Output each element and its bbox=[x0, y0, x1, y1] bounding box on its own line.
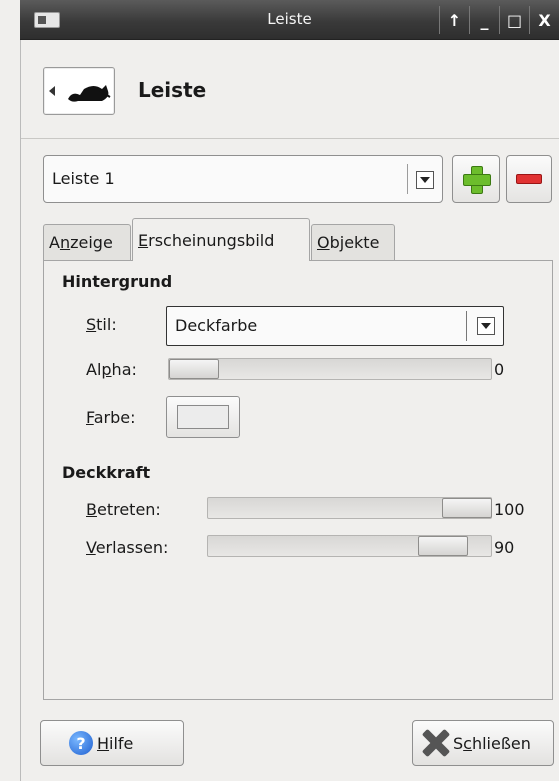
color-label-text: arbe: bbox=[93, 408, 136, 427]
style-select[interactable]: Deckfarbe bbox=[166, 306, 504, 346]
leave-label-text: erlassen: bbox=[95, 538, 169, 557]
close-icon bbox=[421, 729, 449, 757]
alpha-label-pre: Al bbox=[86, 360, 102, 379]
enter-label-text: etreten: bbox=[96, 500, 161, 519]
tab-display[interactable]: An zeige bbox=[43, 224, 131, 260]
color-label: Farbe: bbox=[86, 408, 136, 427]
titlebar-buttons: ↑ _ □ X bbox=[439, 6, 559, 34]
leave-opacity-value: 90 bbox=[494, 538, 515, 557]
background-heading: Hintergrund bbox=[62, 272, 173, 291]
help-label-mnemonic: H bbox=[97, 733, 110, 753]
close-label-pre: S bbox=[453, 733, 464, 753]
tab-appearance-label-mnemonic: E bbox=[138, 230, 149, 250]
help-label-text: ilfe bbox=[109, 733, 134, 753]
chevron-down-icon[interactable] bbox=[477, 317, 495, 335]
tab-display-label-post: zeige bbox=[70, 233, 113, 252]
alpha-label: Alpha: bbox=[86, 360, 137, 379]
page-title: Leiste bbox=[138, 78, 207, 102]
style-select-divider bbox=[466, 311, 467, 341]
arrow-left-icon bbox=[49, 86, 55, 96]
panel-select-value: Leiste 1 bbox=[52, 169, 115, 188]
tab-display-label-pre: A bbox=[49, 233, 60, 252]
chevron-down-icon[interactable] bbox=[416, 171, 434, 189]
leave-label-mnemonic: V bbox=[86, 538, 96, 557]
maximize-button[interactable]: □ bbox=[499, 6, 529, 34]
minus-icon bbox=[516, 174, 542, 184]
enter-label-mnemonic: B bbox=[86, 500, 97, 519]
tab-items-label-mnemonic: O bbox=[317, 233, 330, 252]
style-label: Stil: bbox=[86, 315, 117, 334]
window-titlebar[interactable]: Leiste ↑ _ □ X bbox=[20, 0, 559, 40]
tab-items[interactable]: Objekte bbox=[311, 224, 395, 260]
remove-panel-button[interactable] bbox=[506, 155, 552, 203]
enter-opacity-slider[interactable] bbox=[207, 497, 492, 519]
alpha-label-mnemonic: p bbox=[101, 360, 112, 379]
panel-icon bbox=[43, 67, 115, 115]
alpha-value: 0 bbox=[494, 360, 505, 379]
close-label-mnemonic: c bbox=[463, 733, 472, 753]
style-label-text: til: bbox=[96, 315, 117, 334]
color-label-mnemonic: F bbox=[86, 408, 94, 427]
leave-label: Verlassen: bbox=[86, 538, 168, 557]
plus-icon bbox=[463, 166, 491, 194]
enter-opacity-slider-thumb[interactable] bbox=[442, 498, 492, 518]
help-icon: ? bbox=[69, 731, 93, 755]
close-label-post: hließen bbox=[471, 733, 531, 753]
close-window-button[interactable]: X bbox=[529, 6, 559, 34]
leave-opacity-slider-thumb[interactable] bbox=[418, 536, 468, 556]
color-swatch bbox=[177, 405, 229, 429]
tab-appearance[interactable]: Erscheinungsbild bbox=[132, 218, 310, 261]
keep-above-button[interactable]: ↑ bbox=[439, 6, 469, 34]
panel-select[interactable]: Leiste 1 bbox=[43, 155, 443, 203]
opacity-heading: Deckkraft bbox=[62, 463, 151, 482]
tab-display-label-mnemonic: n bbox=[59, 233, 71, 252]
style-select-value: Deckfarbe bbox=[175, 316, 258, 335]
style-label-mnemonic: S bbox=[86, 315, 97, 334]
enter-opacity-value: 100 bbox=[494, 500, 525, 519]
color-picker-button[interactable] bbox=[166, 396, 240, 438]
header-divider bbox=[21, 138, 559, 139]
add-panel-button[interactable] bbox=[452, 155, 500, 203]
tab-appearance-label-post: rscheinungsbild bbox=[148, 230, 275, 250]
alpha-slider-thumb[interactable] bbox=[169, 359, 219, 379]
minimize-button[interactable]: _ bbox=[469, 6, 499, 34]
panel-select-divider bbox=[407, 164, 408, 194]
enter-label: Betreten: bbox=[86, 500, 161, 519]
alpha-slider[interactable] bbox=[168, 358, 492, 380]
mouse-icon bbox=[68, 85, 111, 102]
help-button[interactable]: ? Hilfe bbox=[40, 720, 184, 766]
tab-items-label-post: bjekte bbox=[329, 233, 380, 252]
leave-opacity-slider[interactable] bbox=[207, 535, 492, 557]
alpha-label-post: ha: bbox=[111, 360, 137, 379]
close-button[interactable]: Sc hließen bbox=[412, 720, 554, 766]
